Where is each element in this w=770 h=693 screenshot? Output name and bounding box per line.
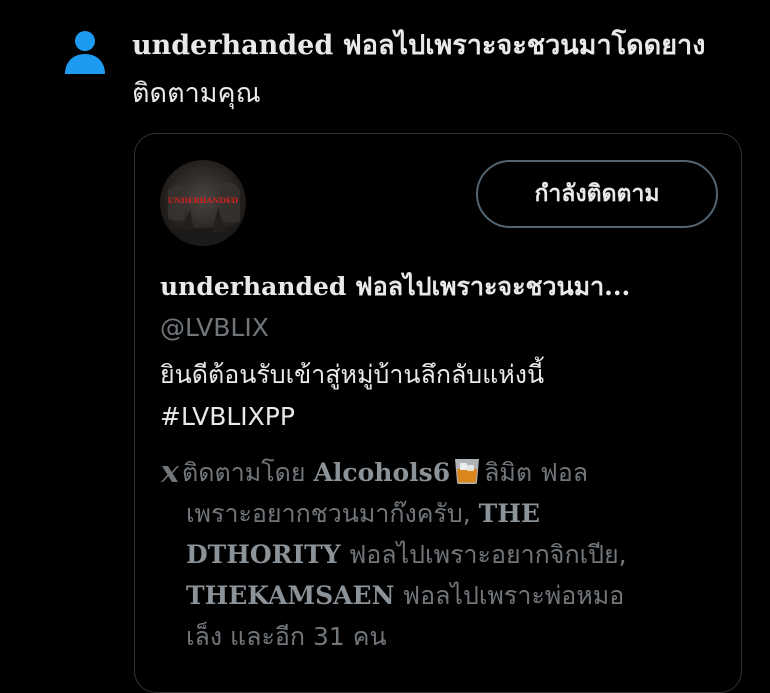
- whisky-glass-icon: [455, 459, 480, 484]
- follower-name[interactable]: THE: [479, 499, 540, 528]
- following-button[interactable]: กำลังติดตาม: [476, 160, 718, 228]
- x-logo-icon: [161, 466, 179, 482]
- follower-note: ฟอลไปเพราะพ่อหมอ: [402, 581, 625, 610]
- follower-note: ฟอลไปเพราะอยากจิกเปีย,: [348, 540, 627, 569]
- avatar-image: UNDERHANDED: [160, 160, 246, 246]
- notification-text: underhanded ฟอลไปเพราะจะชวนมาโดดยาง ติดต…: [132, 22, 752, 118]
- followed-by-prefix: ติดตามโดย: [182, 458, 306, 487]
- actor-name[interactable]: underhanded ฟอลไปเพราะจะชวนมาโดดยาง: [132, 30, 705, 61]
- action-text: ติดตามคุณ: [132, 78, 261, 109]
- follower-name[interactable]: Alcohols6: [314, 458, 451, 487]
- follow-notification[interactable]: underhanded ฟอลไปเพราะจะชวนมาโดดยาง ติดต…: [0, 0, 770, 693]
- avatar[interactable]: UNDERHANDED: [160, 160, 246, 246]
- follower-note: ลิมิต ฟอล: [484, 458, 589, 487]
- user-card[interactable]: UNDERHANDED กำลังติดตาม underhanded ฟอลไ…: [134, 133, 742, 693]
- bio-line: ยินดีต้อนรับเข้าสู่หมู่บ้านลึกลับแห่งนี้: [160, 360, 545, 389]
- profile-display-name[interactable]: underhanded ฟอลไปเพราะจะชวนมา...: [160, 268, 720, 306]
- person-icon: [65, 31, 105, 74]
- followed-by[interactable]: ติดตามโดย Alcohols6 ลิมิต ฟอล เพราะอยากช…: [160, 452, 720, 657]
- follower-note: เพราะอยากชวนมาก๊งครับ,: [186, 499, 471, 528]
- avatar-text: UNDERHANDED: [168, 196, 239, 205]
- profile-handle[interactable]: @LVBLIX: [160, 310, 269, 346]
- follower-name[interactable]: THEKAMSAEN: [186, 581, 394, 610]
- followed-by-tail: เล็ง และอีก 31 คน: [186, 622, 387, 651]
- bio-hashtag[interactable]: #LVBLIXPP: [160, 396, 720, 438]
- follower-name[interactable]: DTHORITY: [186, 540, 341, 569]
- profile-bio: ยินดีต้อนรับเข้าสู่หมู่บ้านลึกลับแห่งนี้…: [160, 354, 720, 438]
